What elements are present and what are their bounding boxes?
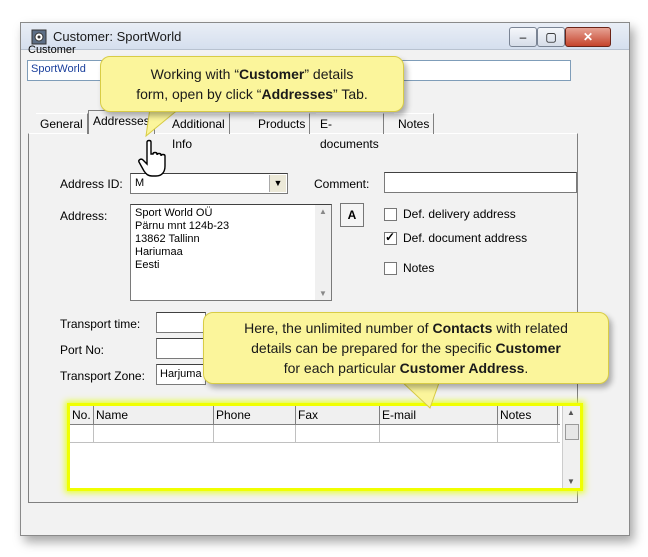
hand-cursor-icon [138,139,166,177]
callout-bottom-line1: Here, the unlimited number of Contacts w… [244,320,568,336]
callout-bottom-line3: for each particular Customer Address. [283,360,529,376]
callout-top-line2: form, open by click “Addresses” Tab. [136,86,368,102]
callout-top-line1: Working with “Customer” details [150,66,354,82]
callout-bottom: Here, the unlimited number of Contacts w… [203,312,609,384]
callout-top: Working with “Customer” details form, op… [100,56,404,112]
callout-bottom-line2: details can be prepared for the specific… [251,340,561,356]
